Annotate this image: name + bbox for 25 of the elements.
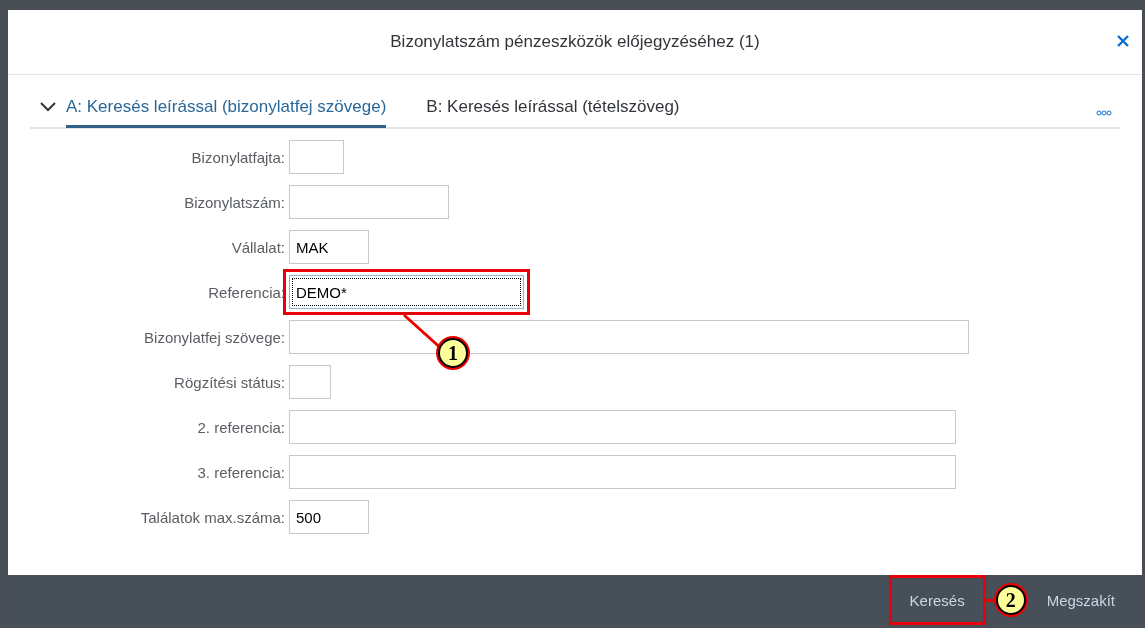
input-field[interactable]: MAK [289,230,369,264]
input-field[interactable] [289,140,344,174]
close-icon[interactable] [1116,34,1130,48]
input-field[interactable] [289,365,331,399]
input-field[interactable]: 500 [289,500,369,534]
input-field[interactable]: DEMO* [289,275,524,309]
chevron-down-icon[interactable] [40,102,56,112]
field-label: Bizonylatszám: [183,193,286,211]
callout-badge: 1 [438,338,468,368]
overflow-icon[interactable] [1096,110,1112,116]
callout-badge: 2 [995,585,1026,615]
field-label: Referencia: [207,283,286,301]
tab[interactable]: B: Keresés leírással (tételszöveg) [426,88,680,128]
field-label: Bizonylatfej szövege: [143,328,286,346]
field-label: Vállalat: [230,238,286,256]
field-label: Rögzítési státus: [173,373,286,391]
input-field[interactable] [289,410,956,444]
dialog-title: Bizonylatszám pénzeszközök előjegyzéséhez (1) [390,32,760,52]
tab[interactable]: A: Keresés leírással (bizonylatfej szövege) [66,88,387,128]
input-field[interactable] [289,455,956,489]
field-label: 2. referencia: [196,418,286,436]
input-field[interactable] [289,185,449,219]
field-label: 3. referencia: [196,463,286,481]
field-label: Bizonylatfajta: [190,148,286,166]
field-label: Találatok max.száma: [139,508,286,526]
